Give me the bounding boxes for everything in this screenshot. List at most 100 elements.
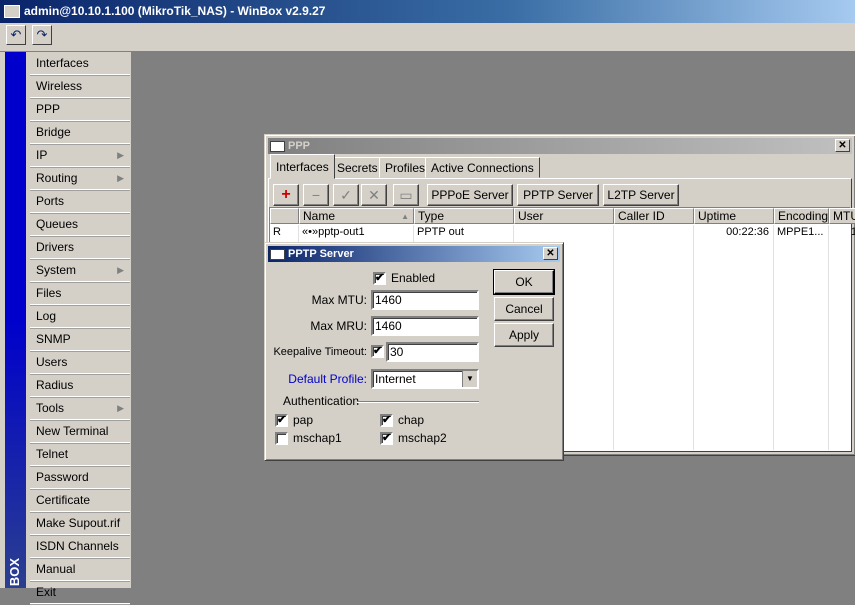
pptp-dialog-titlebar: PPTP Server ✕ [268, 246, 560, 262]
default-profile-label[interactable]: Default Profile: [269, 369, 367, 389]
l2tp-server-button[interactable]: L2TP Server [603, 184, 679, 206]
cell-uptime: 00:22:36 [726, 226, 769, 238]
sidebar-item-bridge[interactable]: Bridge [30, 122, 130, 144]
tab-secrets[interactable]: Secrets [331, 157, 384, 178]
default-profile-value: Internet [375, 372, 416, 386]
pptp-server-button[interactable]: PPTP Server [517, 184, 599, 206]
close-icon[interactable]: ✕ [835, 139, 850, 152]
tab-interfaces[interactable]: Interfaces [270, 154, 335, 179]
keepalive-timeout-field[interactable]: 30 [386, 342, 479, 362]
sidebar-item-exit[interactable]: Exit [30, 582, 130, 604]
tab-active-connections[interactable]: Active Connections [425, 157, 540, 178]
sidebar-item-telnet[interactable]: Telnet [30, 444, 130, 466]
ok-button[interactable]: OK [493, 269, 555, 295]
chap-label: chap [398, 413, 425, 427]
ppp-window-title: PPP [288, 140, 311, 152]
sidebar-item-label: Files [36, 286, 62, 300]
pppoe-server-button[interactable]: PPPoE Server [427, 184, 513, 206]
sidebar-item-label: Exit [36, 585, 57, 599]
pap-checkbox[interactable]: ✔ [275, 414, 288, 427]
sidebar-item-label: Certificate [36, 493, 91, 507]
sidebar-item-queues[interactable]: Queues [30, 214, 130, 236]
undo-icon[interactable]: ↶ [6, 25, 26, 45]
pptp-dialog-title: PPTP Server [288, 248, 354, 260]
sidebar-item-snmp[interactable]: SNMP [30, 329, 130, 351]
max-mru-field[interactable]: 1460 [371, 316, 479, 336]
sidebar-brand-stripe: BOX [5, 52, 26, 588]
sidebar-item-isdn-channels[interactable]: ISDN Channels [30, 536, 130, 558]
sidebar-item-routing[interactable]: Routing ▶ [30, 168, 130, 190]
cell-caller-id [614, 225, 694, 239]
sidebar-item-label: PPP [36, 102, 61, 116]
column-header-type[interactable]: Type [414, 208, 514, 224]
sidebar-item-certificate[interactable]: Certificate [30, 490, 130, 512]
sidebar-item-new-terminal[interactable]: New Terminal [30, 421, 130, 443]
ppp-window-titlebar: PPP ✕ [268, 138, 852, 154]
sidebar-item-label: Tools [36, 401, 65, 415]
authentication-divider [357, 401, 479, 403]
sidebar-item-label: ISDN Channels [36, 539, 119, 553]
chevron-down-icon[interactable]: ▼ [462, 371, 477, 387]
enabled-checkbox[interactable]: ✔ [373, 272, 386, 285]
mschap2-checkbox[interactable]: ✔ [380, 432, 393, 445]
tab-profiles[interactable]: Profiles [379, 157, 432, 178]
sidebar-item-radius[interactable]: Radius [30, 375, 130, 397]
mschap2-label: mschap2 [398, 431, 447, 445]
column-divider [613, 225, 614, 450]
column-header-uptime[interactable]: Uptime [694, 208, 774, 224]
chevron-right-icon: ▶ [117, 150, 124, 160]
cell-mtu: 1 [850, 226, 855, 238]
chevron-right-icon: ▶ [117, 173, 124, 183]
sidebar-item-make-supout-rif[interactable]: Make Supout.rif [30, 513, 130, 535]
cell-name: «•»pptp-out1 [302, 226, 365, 238]
sidebar-item-label: Drivers [36, 240, 74, 254]
close-icon[interactable]: ✕ [543, 247, 558, 260]
cancel-button[interactable]: Cancel [494, 297, 554, 321]
pptp-server-dialog: PPTP Server ✕ ✔ Enabled Max MTU: 1460 Ma… [264, 242, 564, 461]
main-toolbar: ↶ ↷ [0, 23, 855, 52]
column-header-user[interactable]: User [514, 208, 614, 224]
sidebar-item-ppp[interactable]: PPP [30, 99, 130, 121]
disable-button[interactable]: ✕ [361, 184, 387, 206]
sidebar-item-wireless[interactable]: Wireless [30, 76, 130, 98]
app-icon[interactable] [4, 5, 20, 18]
column-header-name[interactable]: Name ▲ [299, 208, 414, 224]
sidebar-item-password[interactable]: Password [30, 467, 130, 489]
max-mtu-label: Max MTU: [311, 293, 367, 307]
sidebar-item-users[interactable]: Users [30, 352, 130, 374]
redo-icon[interactable]: ↷ [32, 25, 52, 45]
table-header: Name ▲ Type User Caller ID Uptime Encodin… [270, 208, 855, 224]
sidebar-item-drivers[interactable]: Drivers [30, 237, 130, 259]
sidebar-item-system[interactable]: System ▶ [30, 260, 130, 282]
cell-encoding: MPPE1... [777, 226, 824, 238]
sidebar-item-log[interactable]: Log [30, 306, 130, 328]
sidebar-item-label: Users [36, 355, 68, 369]
enable-button[interactable]: ✓ [333, 184, 359, 206]
chap-checkbox[interactable]: ✔ [380, 414, 393, 427]
column-header-flag[interactable] [270, 208, 299, 224]
sidebar-item-label: Bridge [36, 125, 71, 139]
apply-button[interactable]: Apply [494, 323, 554, 347]
remove-button[interactable]: − [303, 184, 329, 206]
sidebar-item-label: Password [36, 470, 89, 484]
keepalive-checkbox[interactable]: ✔ [371, 345, 384, 358]
column-header-caller-id[interactable]: Caller ID [614, 208, 694, 224]
add-button[interactable]: + [273, 184, 299, 206]
sidebar-item-files[interactable]: Files [30, 283, 130, 305]
sidebar-item-interfaces[interactable]: Interfaces [30, 53, 130, 75]
sidebar-item-tools[interactable]: Tools ▶ [30, 398, 130, 420]
sidebar-item-label: Make Supout.rif [36, 516, 121, 530]
column-header-encoding[interactable]: Encoding [774, 208, 829, 224]
default-profile-select[interactable]: Internet ▼ [371, 369, 479, 389]
max-mtu-field[interactable]: 1460 [371, 290, 479, 310]
max-mru-label: Max MRU: [310, 319, 367, 333]
sidebar-item-ip[interactable]: IP ▶ [30, 145, 130, 167]
sidebar-item-manual[interactable]: Manual [30, 559, 130, 581]
sidebar-item-label: Queues [36, 217, 79, 231]
mschap1-checkbox[interactable] [275, 432, 288, 445]
column-header-mtu[interactable]: MTU [829, 208, 855, 224]
comment-button[interactable]: ▭ [393, 184, 419, 206]
brand-text: BOX [7, 557, 22, 586]
sidebar-item-ports[interactable]: Ports [30, 191, 130, 213]
mschap1-label: mschap1 [293, 431, 342, 445]
